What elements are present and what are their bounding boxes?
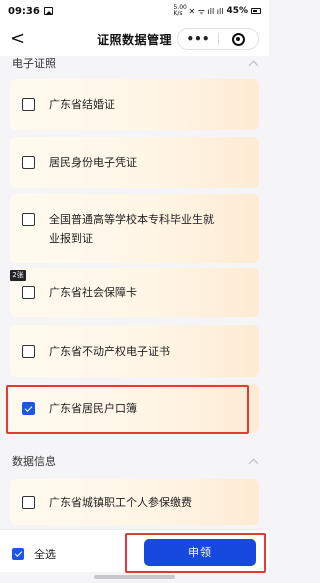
status-left: 09:36 xyxy=(8,6,53,17)
item-checkbox[interactable] xyxy=(22,156,35,169)
section-header-electronic[interactable]: 电子证照 xyxy=(0,50,269,76)
network-speed: 5.00 K/s xyxy=(173,4,187,17)
item-checkbox[interactable] xyxy=(22,344,35,358)
item-label: 居民身份电子凭证 xyxy=(49,156,137,169)
close-mini-program-button[interactable] xyxy=(219,32,258,46)
image-notification-icon xyxy=(43,7,53,15)
item-label: 广东省城镇职工个人参保缴费 xyxy=(49,495,192,509)
select-all-label: 全选 xyxy=(34,548,56,561)
chevron-up-icon[interactable] xyxy=(248,458,259,468)
item-label: 广东省不动产权电子证书 xyxy=(49,344,170,358)
select-all-toggle[interactable]: 全选 xyxy=(12,546,56,562)
highlight-box xyxy=(6,385,249,434)
list-item[interactable]: 广东省社会保障卡 xyxy=(10,268,259,317)
mini-program-capsule: ••• xyxy=(177,28,259,50)
item-checkbox[interactable] xyxy=(22,495,35,509)
status-bar: 09:36 5.00 K/s ✕ ᯤ ıll ıll 45% xyxy=(0,0,269,22)
item-label: 全国普通高等学校本专科毕业生就 业报到证 xyxy=(49,210,214,248)
list-item[interactable]: 居民身份电子凭证 xyxy=(10,137,259,188)
target-circle-icon xyxy=(231,32,245,46)
signal-icons: ✕ ᯤ ıll ıll xyxy=(188,6,224,16)
item-label-line: 业报到证 xyxy=(49,231,93,245)
status-right: 5.00 K/s ✕ ᯤ ıll ıll 45% xyxy=(173,5,261,17)
battery-icon xyxy=(251,8,261,14)
item-label: 广东省社会保障卡 xyxy=(49,286,137,299)
select-all-checkbox[interactable] xyxy=(12,548,24,560)
list-item[interactable]: 广东省城镇职工个人参保缴费 xyxy=(10,479,259,525)
section-header-data-info[interactable]: 数据信息 xyxy=(0,448,269,474)
item-checkbox[interactable] xyxy=(22,286,35,299)
item-checkbox[interactable] xyxy=(22,98,35,111)
status-time: 09:36 xyxy=(8,5,40,17)
highlight-box xyxy=(125,533,266,573)
check-icon xyxy=(14,549,22,557)
home-indicator xyxy=(94,575,175,579)
item-label-line: 全国普通高等学校本专科毕业生就 xyxy=(49,212,214,226)
item-label: 广东省结婚证 xyxy=(49,98,115,111)
item-checkbox[interactable] xyxy=(22,213,35,226)
list-item[interactable]: 全国普通高等学校本专科毕业生就 业报到证 xyxy=(10,194,259,263)
list-item[interactable]: 广东省结婚证 xyxy=(10,79,259,130)
battery-level: 45% xyxy=(226,6,248,16)
section-title: 数据信息 xyxy=(12,455,56,468)
list-item[interactable]: 广东省不动产权电子证书 xyxy=(10,325,259,377)
more-menu-icon[interactable]: ••• xyxy=(178,33,218,45)
chevron-up-icon[interactable] xyxy=(248,60,259,70)
section-title: 电子证照 xyxy=(12,57,56,70)
count-badge: 2张 xyxy=(10,270,26,281)
